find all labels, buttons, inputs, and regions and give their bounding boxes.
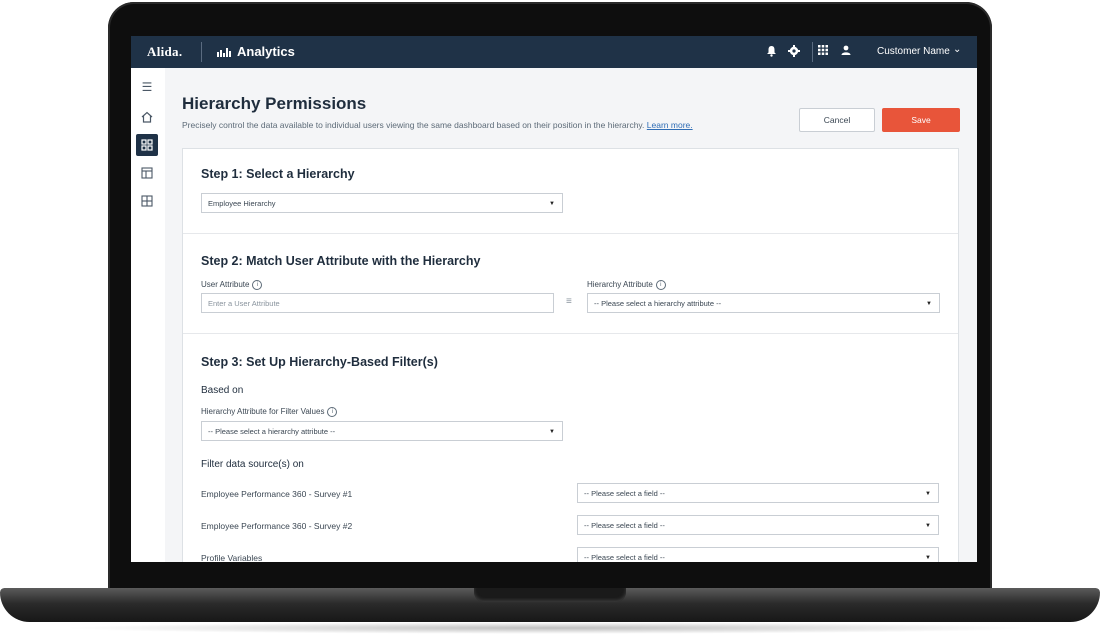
bell-icon[interactable] <box>764 45 778 59</box>
step2-section: Step 2: Match User Attribute with the Hi… <box>183 233 958 334</box>
hierarchy-attribute-label: Hierarchy Attribute i <box>587 280 666 290</box>
filter-values-label-text: Hierarchy Attribute for Filter Values <box>201 407 325 417</box>
chevron-down-icon[interactable]: ⌄ <box>953 44 961 55</box>
laptop-shadow <box>60 622 1040 634</box>
step1-title: Step 1: Select a Hierarchy <box>201 167 355 181</box>
step3-title: Step 3: Set Up Hierarchy-Based Filter(s) <box>201 355 438 369</box>
step3-section: Step 3: Set Up Hierarchy-Based Filter(s)… <box>183 333 958 562</box>
hierarchy-attribute-select[interactable]: -- Please select a hierarchy attribute -… <box>587 293 940 313</box>
source-field-value: -- Please select a field -- <box>584 489 665 498</box>
brand-logo[interactable]: Alida. <box>147 44 182 60</box>
save-button[interactable]: Save <box>882 108 960 132</box>
grid-icon[interactable] <box>136 190 158 212</box>
topbar-separator <box>812 42 813 62</box>
user-icon[interactable] <box>839 45 853 59</box>
source-field-value: -- Please select a field -- <box>584 553 665 562</box>
source-label: Profile Variables <box>201 553 263 562</box>
page-description-text: Precisely control the data available to … <box>182 120 645 130</box>
user-attribute-input[interactable]: Enter a User Attribute <box>201 293 554 313</box>
permissions-card: Step 1: Select a Hierarchy Employee Hier… <box>182 148 959 562</box>
top-navigation-bar: Alida. Analytics Customer Name ⌄ <box>131 36 977 68</box>
cancel-button[interactable]: Cancel <box>799 108 875 132</box>
left-sidebar: ☰ <box>131 68 166 562</box>
caret-down-icon: ▼ <box>925 523 931 529</box>
user-attribute-label: User Attribute i <box>201 280 263 290</box>
page-description: Precisely control the data available to … <box>182 120 693 130</box>
filter-sources-heading: Filter data source(s) on <box>201 459 304 470</box>
caret-down-icon: ▼ <box>925 555 931 561</box>
hierarchy-attribute-label-text: Hierarchy Attribute <box>587 280 653 290</box>
source-label: Employee Performance 360 - Survey #2 <box>201 521 353 531</box>
user-attribute-placeholder: Enter a User Attribute <box>208 299 280 308</box>
menu-icon[interactable]: ☰ <box>136 76 158 98</box>
source-label: Employee Performance 360 - Survey #1 <box>201 489 353 499</box>
source-field-select[interactable]: -- Please select a field -- ▼ <box>577 483 939 503</box>
info-icon[interactable]: i <box>655 280 666 290</box>
based-on-heading: Based on <box>201 385 244 396</box>
source-field-select[interactable]: -- Please select a field -- ▼ <box>577 547 939 562</box>
info-icon[interactable]: i <box>252 280 263 290</box>
apps-icon[interactable] <box>816 45 830 59</box>
source-field-select[interactable]: -- Please select a field -- ▼ <box>577 515 939 535</box>
user-menu[interactable]: Customer Name <box>877 46 950 57</box>
home-icon[interactable] <box>136 106 158 128</box>
step2-title: Step 2: Match User Attribute with the Hi… <box>201 254 481 268</box>
source-field-value: -- Please select a field -- <box>584 521 665 530</box>
page-title: Hierarchy Permissions <box>182 94 367 113</box>
user-attribute-label-text: User Attribute <box>201 280 250 290</box>
caret-down-icon: ▼ <box>925 491 931 497</box>
caret-down-icon: ▼ <box>549 201 555 207</box>
info-icon[interactable]: i <box>327 407 338 417</box>
step1-section: Step 1: Select a Hierarchy Employee Hier… <box>183 149 958 234</box>
caret-down-icon: ▼ <box>926 301 932 307</box>
table-icon[interactable] <box>136 162 158 184</box>
hierarchy-select-value: Employee Hierarchy <box>208 199 276 208</box>
gear-icon[interactable] <box>787 45 801 59</box>
dashboard-icon[interactable] <box>136 134 158 156</box>
analytics-icon <box>217 48 231 57</box>
caret-down-icon: ▼ <box>549 429 555 435</box>
filter-values-select[interactable]: -- Please select a hierarchy attribute -… <box>201 421 563 441</box>
app-title: Analytics <box>237 44 295 59</box>
learn-more-link[interactable]: Learn more. <box>647 120 693 130</box>
app-screen: Alida. Analytics Customer Name ⌄ ☰ Hiera… <box>131 36 977 562</box>
equals-icon: ≡ <box>566 296 572 307</box>
hierarchy-select[interactable]: Employee Hierarchy ▼ <box>201 193 563 213</box>
main-content: Hierarchy Permissions Precisely control … <box>165 68 977 562</box>
filter-values-value: -- Please select a hierarchy attribute -… <box>208 427 336 436</box>
hierarchy-attribute-value: -- Please select a hierarchy attribute -… <box>594 299 722 308</box>
laptop-notch <box>474 588 626 602</box>
topbar-divider <box>201 42 202 62</box>
filter-values-label: Hierarchy Attribute for Filter Values i <box>201 407 338 417</box>
